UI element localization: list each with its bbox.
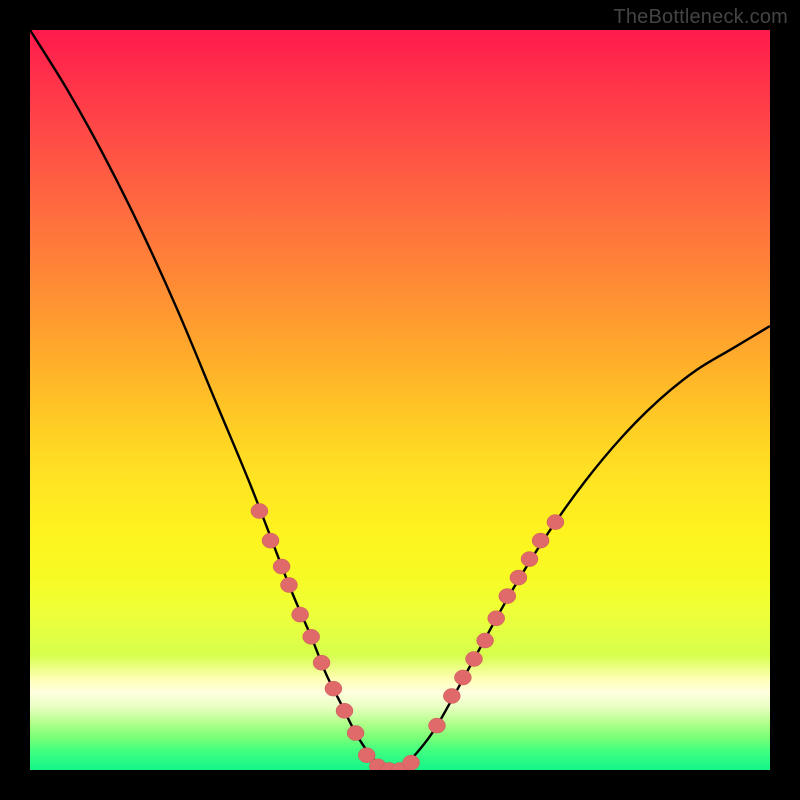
- data-marker: [429, 718, 446, 733]
- data-marker: [403, 755, 420, 770]
- chart-svg: [30, 30, 770, 770]
- data-marker: [292, 607, 309, 622]
- data-marker: [273, 559, 290, 574]
- data-marker: [499, 589, 516, 604]
- curve-group: [30, 30, 770, 770]
- data-marker: [454, 670, 471, 685]
- data-marker: [303, 629, 320, 644]
- bottleneck-curve: [30, 30, 770, 770]
- chart-frame: TheBottleneck.com: [0, 0, 800, 800]
- data-marker: [466, 652, 483, 667]
- data-marker: [510, 570, 527, 585]
- data-marker: [281, 578, 298, 593]
- data-marker: [521, 552, 538, 567]
- data-marker: [547, 515, 564, 530]
- marker-group: [251, 504, 564, 771]
- watermark-text: TheBottleneck.com: [613, 6, 788, 29]
- data-marker: [313, 655, 330, 670]
- data-marker: [488, 611, 505, 626]
- data-marker: [477, 633, 494, 648]
- data-marker: [443, 689, 460, 704]
- data-marker: [262, 533, 279, 548]
- data-marker: [347, 726, 364, 741]
- data-marker: [251, 504, 268, 519]
- data-marker: [336, 703, 353, 718]
- data-marker: [325, 681, 342, 696]
- data-marker: [532, 533, 549, 548]
- plot-area: [30, 30, 770, 770]
